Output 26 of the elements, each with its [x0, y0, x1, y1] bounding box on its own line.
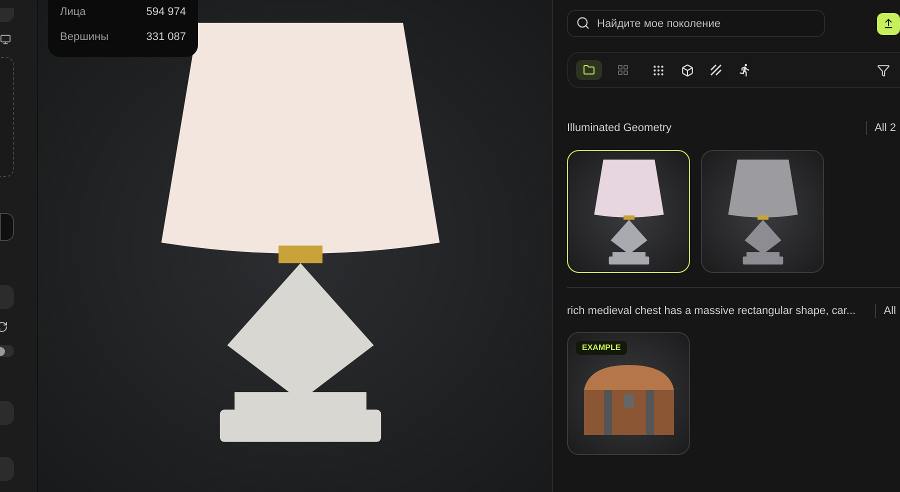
- upload-button[interactable]: [877, 12, 900, 34]
- hatch-icon[interactable]: [710, 64, 722, 76]
- view-all-link[interactable]: All 2: [874, 120, 896, 136]
- stat-label: Вершины: [60, 30, 109, 44]
- example-badge: EXAMPLE: [576, 341, 627, 355]
- filter-icon[interactable]: [877, 64, 890, 76]
- dots-icon[interactable]: [652, 64, 665, 76]
- search-field[interactable]: Найдите мое поколение: [567, 10, 825, 37]
- view-all-link[interactable]: All: [884, 302, 896, 319]
- view-tab[interactable]: [576, 60, 602, 80]
- running-person-icon[interactable]: [738, 63, 752, 77]
- stat-value: 594 974: [146, 5, 186, 20]
- search-icon: [576, 16, 590, 30]
- model-viewport[interactable]: Лица 594 974 Вершины 331 087: [38, 0, 552, 492]
- folder-icon: [583, 64, 595, 76]
- monitor-icon[interactable]: [0, 34, 11, 45]
- stat-value: 331 087: [146, 30, 186, 44]
- stat-label: Лица: [60, 5, 86, 20]
- toggle-switch[interactable]: [0, 345, 14, 357]
- cube-icon[interactable]: [681, 64, 694, 76]
- model-thumbnail[interactable]: EXAMPLE: [567, 332, 690, 455]
- upload-icon: [883, 18, 894, 29]
- model-thumbnail[interactable]: [701, 150, 824, 272]
- grid-icon: [617, 64, 629, 76]
- group-title: Illuminated Geometry: [567, 121, 673, 136]
- group-title: rich medieval chest has a massive rectangular shape, car...: [567, 304, 857, 318]
